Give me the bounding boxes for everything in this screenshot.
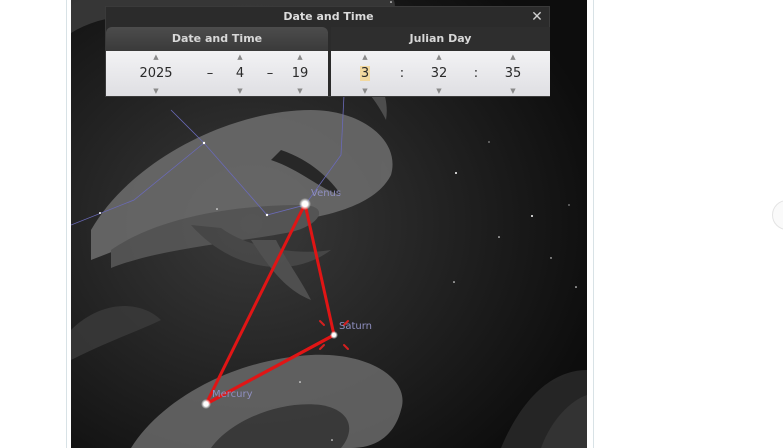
hour-value-text[interactable]: 3	[359, 66, 371, 81]
year-value[interactable]: 2025	[124, 64, 188, 84]
planet-label-mercury: Mercury	[212, 389, 253, 400]
minute-down-arrow-icon[interactable]: ▼	[423, 87, 455, 95]
year-up-arrow-icon[interactable]: ▲	[124, 53, 188, 61]
second-down-arrow-icon[interactable]: ▼	[497, 87, 529, 95]
minute-up-arrow-icon[interactable]: ▲	[423, 53, 455, 61]
month-value[interactable]: 4	[224, 64, 256, 84]
month-down-arrow-icon[interactable]: ▼	[224, 87, 256, 95]
tab-julian-day[interactable]: Julian Day	[331, 27, 550, 51]
date-separator: –	[266, 66, 274, 81]
planet-label-saturn: Saturn	[339, 321, 373, 332]
month-spinbox[interactable]: ▲ 4 ▼	[224, 51, 256, 96]
hour-down-arrow-icon[interactable]: ▼	[349, 87, 381, 95]
date-panel: ▲ 2025 ▼ – ▲ 4 ▼ – ▲ 19 ▼	[106, 51, 328, 96]
year-down-arrow-icon[interactable]: ▼	[124, 87, 188, 95]
hour-spinbox[interactable]: ▲ 3 ▼	[349, 51, 381, 96]
time-separator: :	[399, 66, 405, 81]
year-spinbox[interactable]: ▲ 2025 ▼	[124, 51, 188, 96]
mercury-dot	[201, 399, 211, 409]
hour-up-arrow-icon[interactable]: ▲	[349, 53, 381, 61]
hour-value[interactable]: 3	[349, 64, 381, 84]
minute-value[interactable]: 32	[423, 64, 455, 84]
day-value[interactable]: 19	[284, 64, 316, 84]
month-up-arrow-icon[interactable]: ▲	[224, 53, 256, 61]
date-time-dialog: Date and Time ✕ Date and Time Julian Day…	[105, 6, 550, 97]
day-spinbox[interactable]: ▲ 19 ▼	[284, 51, 316, 96]
time-panel: ▲ 3 ▼ : ▲ 32 ▼ : ▲ 35 ▼	[331, 51, 550, 96]
close-icon[interactable]: ✕	[529, 8, 545, 26]
planet-label-venus: Venus	[311, 188, 342, 199]
minute-spinbox[interactable]: ▲ 32 ▼	[423, 51, 455, 96]
venus-dot	[299, 198, 311, 210]
second-up-arrow-icon[interactable]: ▲	[497, 53, 529, 61]
day-up-arrow-icon[interactable]: ▲	[284, 53, 316, 61]
date-separator: –	[206, 66, 214, 81]
dialog-title: Date and Time	[283, 10, 374, 23]
scroll-control-circle[interactable]	[772, 200, 783, 230]
tab-date-and-time[interactable]: Date and Time	[106, 27, 328, 51]
day-down-arrow-icon[interactable]: ▼	[284, 87, 316, 95]
time-separator: :	[473, 66, 479, 81]
second-spinbox[interactable]: ▲ 35 ▼	[497, 51, 529, 96]
second-value[interactable]: 35	[497, 64, 529, 84]
saturn-dot	[330, 331, 338, 339]
